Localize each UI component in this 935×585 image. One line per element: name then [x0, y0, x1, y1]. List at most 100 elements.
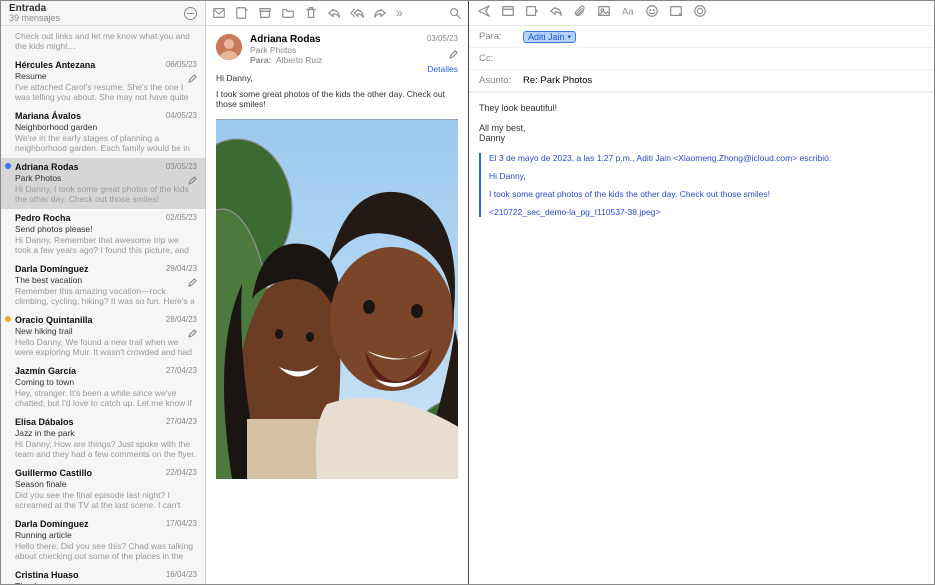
- message-date: 02/05/23: [166, 213, 197, 222]
- reply-icon[interactable]: [327, 6, 341, 20]
- reply-all-icon[interactable]: [350, 6, 364, 20]
- attachment-photo[interactable]: [216, 119, 458, 479]
- message-row[interactable]: 22/04/23Guillermo CastilloSeason finaleD…: [1, 464, 205, 515]
- filter-icon[interactable]: [184, 7, 197, 20]
- reader-header: Adriana Rodas Park Photos Para: Alberto …: [206, 26, 468, 73]
- inbox-header: Entrada 39 mensajes: [1, 1, 205, 26]
- quoted-block: El 3 de mayo de 2023, a las 1:27 p.m., A…: [479, 153, 924, 217]
- reader-from: Adriana Rodas: [250, 34, 322, 45]
- message-row[interactable]: 04/05/23Mariana ÁvalosNeighborhood garde…: [1, 107, 205, 158]
- format-icon[interactable]: Aa: [621, 4, 635, 23]
- message-date: 27/04/23: [166, 366, 197, 375]
- message-row[interactable]: 02/05/23Pedro RochaSend photos please!Hi…: [1, 209, 205, 260]
- details-link[interactable]: Detalles: [427, 64, 458, 74]
- message-date: 29/04/23: [166, 264, 197, 273]
- sketch-icon: [188, 274, 197, 283]
- compose-pane: Aa Para: Aditi Jain▾ Cc: Asunto: Re: Par…: [469, 1, 934, 584]
- sketch-icon: [188, 325, 197, 334]
- to-field[interactable]: Para: Aditi Jain▾: [469, 26, 934, 48]
- message-date: 27/04/23: [166, 417, 197, 426]
- message-preview: Check out links and let me know what you…: [15, 31, 197, 51]
- messages-scroll[interactable]: Check out links and let me know what you…: [1, 26, 205, 584]
- reader-pane: » Adriana Rodas Park Photos Para: Albert…: [206, 1, 469, 584]
- cc-field[interactable]: Cc:: [469, 48, 934, 70]
- message-row[interactable]: 06/05/23Hércules AntezanaResumeI've atta…: [1, 56, 205, 107]
- message-subject: Resume: [15, 71, 197, 81]
- search-icon[interactable]: [448, 6, 462, 20]
- forward-icon[interactable]: [373, 6, 387, 20]
- message-row[interactable]: 29/04/23Darla DomínguezThe best vacation…: [1, 260, 205, 311]
- message-subject: Coming to town: [15, 377, 197, 387]
- message-subject: The best vacation: [15, 275, 197, 285]
- message-row[interactable]: 17/04/23Darla DomínguezRunning articleHe…: [1, 515, 205, 566]
- sketch-icon: [188, 70, 197, 79]
- message-row[interactable]: 27/04/23Elisa DábalosJazz in the parkHi …: [1, 413, 205, 464]
- trash-icon[interactable]: [304, 6, 318, 20]
- message-row[interactable]: 28/04/23Oracio QuintanillaNew hiking tra…: [1, 311, 205, 362]
- unread-dot: [5, 316, 11, 322]
- message-row[interactable]: 16/04/23Cristina HuasoThank youEverythin…: [1, 566, 205, 584]
- inbox-count: 39 mensajes: [9, 14, 60, 24]
- avatar: [216, 34, 242, 60]
- message-preview: Did you see the final episode last night…: [15, 490, 197, 510]
- recipient-pill[interactable]: Aditi Jain▾: [523, 31, 576, 43]
- subject-field[interactable]: Asunto: Re: Park Photos: [469, 70, 934, 92]
- sketch-icon: [188, 172, 197, 181]
- message-date: 04/05/23: [166, 111, 197, 120]
- reader-body: Hi Danny, I took some great photos of th…: [206, 73, 468, 479]
- message-row[interactable]: 27/04/23Jazmín GarcíaComing to townHey, …: [1, 362, 205, 413]
- message-subject: Jazz in the park: [15, 428, 197, 438]
- message-preview: Hey, stranger. It's been a while since w…: [15, 388, 197, 408]
- photo-icon[interactable]: [597, 4, 611, 23]
- reader-date: 03/05/23: [427, 34, 458, 43]
- more-icon[interactable]: »: [396, 6, 401, 20]
- message-preview: Hi Danny, How are things? Just spoke wit…: [15, 439, 197, 459]
- message-subject: Neighborhood garden: [15, 122, 197, 132]
- compose-body[interactable]: They look beautiful! All my best, Danny …: [469, 93, 934, 227]
- message-date: 16/04/23: [166, 570, 197, 579]
- message-subject: Thank you: [15, 581, 197, 584]
- sketch-icon: [449, 46, 458, 55]
- message-preview: I've attached Carol's resume. She's the …: [15, 82, 197, 102]
- message-preview: We're in the early stages of planning a …: [15, 133, 197, 153]
- message-preview: Remember this amazing vacation—rock clim…: [15, 286, 197, 306]
- message-date: 06/05/23: [166, 60, 197, 69]
- message-date: 17/04/23: [166, 519, 197, 528]
- message-preview: Hi Danny, Remember that awesome trip we …: [15, 235, 197, 255]
- compose-icon[interactable]: [212, 6, 226, 20]
- reader-toolbar: »: [206, 1, 468, 26]
- svg-text:Aa: Aa: [622, 6, 634, 17]
- emoji-icon[interactable]: [645, 4, 659, 23]
- message-preview: Hi Danny, I took some great photos of th…: [15, 184, 197, 204]
- message-date: 28/04/23: [166, 315, 197, 324]
- new-icon[interactable]: [235, 6, 249, 20]
- attach-icon[interactable]: [573, 4, 587, 23]
- message-subject: Park Photos: [15, 173, 197, 183]
- folder-icon[interactable]: [281, 6, 295, 20]
- dropdown-icon[interactable]: [525, 4, 539, 23]
- message-preview: Hello there. Did you see this? Chad was …: [15, 541, 197, 561]
- message-list-pane: Entrada 39 mensajes Check out links and …: [1, 1, 206, 584]
- link-icon[interactable]: [693, 4, 707, 23]
- message-preview: Hello Danny, We found a new trail when w…: [15, 337, 197, 357]
- subject-value: Re: Park Photos: [523, 75, 592, 86]
- header-fields-icon[interactable]: [501, 4, 515, 23]
- reader-subject: Park Photos: [250, 45, 322, 55]
- message-date: 03/05/23: [166, 162, 197, 171]
- message-date: 22/04/23: [166, 468, 197, 477]
- message-subject: Running article: [15, 530, 197, 540]
- compose-fields: Para: Aditi Jain▾ Cc: Asunto: Re: Park P…: [469, 26, 934, 93]
- message-subject: New hiking trail: [15, 326, 197, 336]
- message-subject: Send photos please!: [15, 224, 197, 234]
- archive-icon[interactable]: [258, 6, 272, 20]
- reader-to: Para: Alberto Ruiz: [250, 55, 322, 65]
- compose-toolbar: Aa: [469, 1, 934, 26]
- unread-dot: [5, 163, 11, 169]
- message-row[interactable]: Check out links and let me know what you…: [1, 26, 205, 56]
- inbox-title: Entrada: [9, 3, 60, 14]
- reply2-icon[interactable]: [549, 4, 563, 23]
- message-subject: Season finale: [15, 479, 197, 489]
- send-icon[interactable]: [477, 4, 491, 23]
- media-icon[interactable]: [669, 4, 683, 23]
- message-row[interactable]: 03/05/23Adriana RodasPark PhotosHi Danny…: [1, 158, 205, 209]
